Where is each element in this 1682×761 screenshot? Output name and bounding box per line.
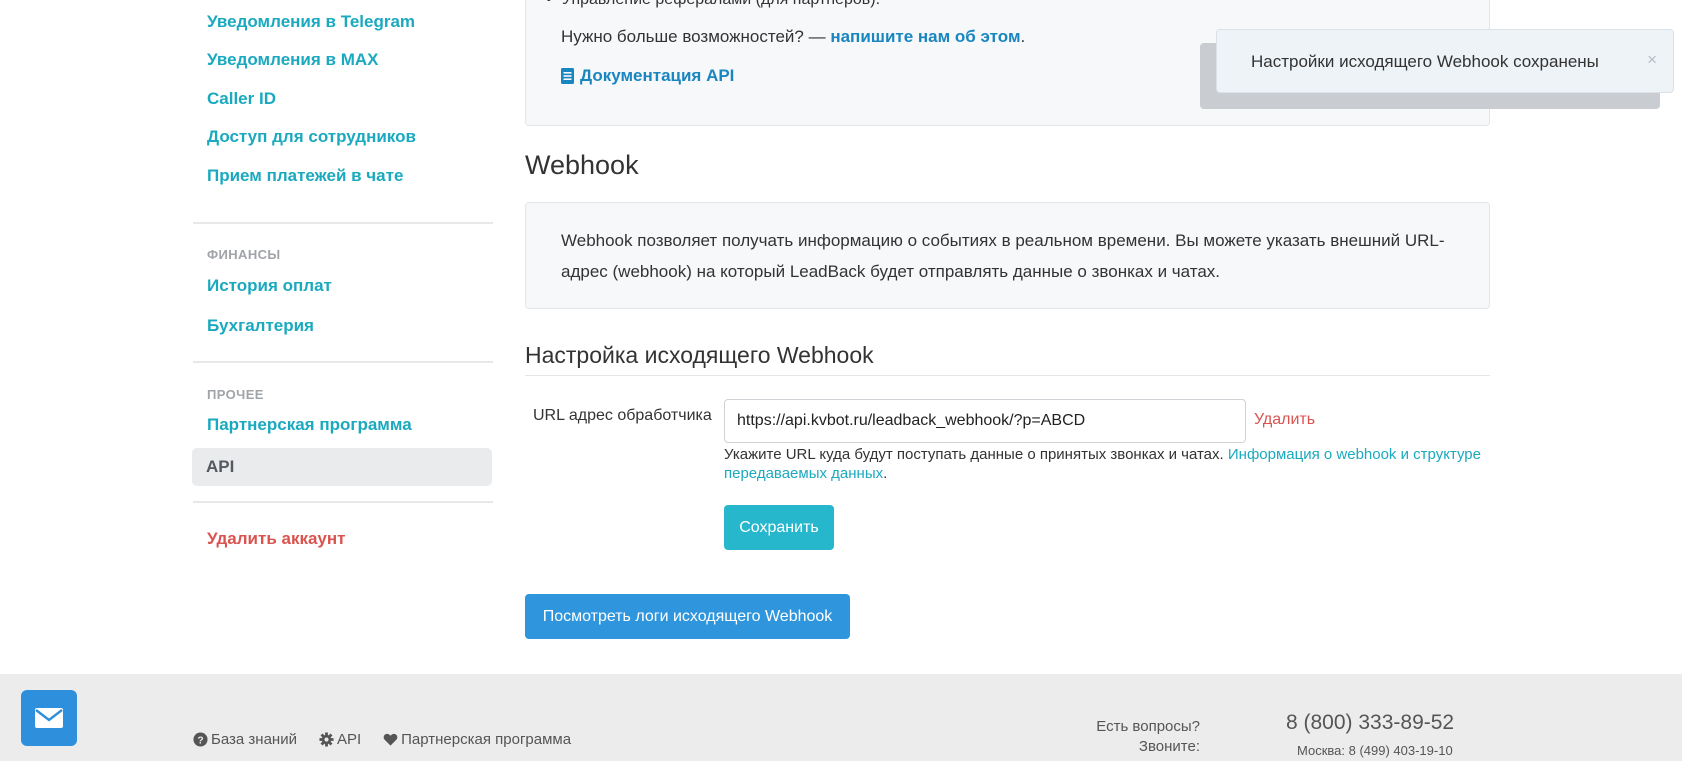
save-button[interactable]: Сохранить — [724, 505, 834, 550]
sidebar-divider — [193, 222, 493, 224]
mail-icon — [35, 708, 63, 728]
footer-link-partner-program[interactable]: Партнерская программа — [383, 731, 571, 748]
sidebar-item-max-notifications[interactable]: Уведомления в MAX — [207, 50, 378, 70]
section-divider — [525, 375, 1490, 376]
sidebar-item-chat-payments[interactable]: Прием платежей в чате — [207, 166, 403, 186]
sidebar-section-other: ПРОЧЕЕ — [207, 387, 264, 402]
delete-url-link[interactable]: Удалить — [1254, 411, 1315, 429]
close-icon[interactable]: × — [1647, 50, 1657, 70]
sidebar-item-caller-id[interactable]: Caller ID — [207, 89, 276, 109]
webhook-url-input[interactable] — [724, 399, 1246, 443]
url-help-text: Укажите URL куда будут поступать данные … — [724, 446, 1481, 482]
url-field-label: URL адрес обработчика — [533, 407, 712, 424]
svg-text:?: ? — [197, 735, 203, 746]
footer-question-text: Есть вопросы? — [1096, 718, 1200, 735]
sidebar-item-telegram-notifications[interactable]: Уведомления в Telegram — [207, 12, 415, 32]
document-icon — [561, 68, 574, 84]
outgoing-webhook-heading: Настройка исходящего Webhook — [525, 342, 874, 368]
api-docs-label: Документация API — [580, 66, 735, 85]
sidebar-item-delete-account[interactable]: Удалить аккаунт — [207, 529, 345, 549]
api-docs-link[interactable]: Документация API — [561, 66, 734, 86]
sidebar-item-partner-program[interactable]: Партнерская программа — [207, 415, 412, 435]
feature-bullet: Управление рефералами (для партнеров). — [546, 0, 880, 9]
sidebar-item-accounting[interactable]: Бухгалтерия — [207, 316, 314, 336]
footer: ? База знаний API Партнерская программа … — [0, 674, 1682, 761]
sidebar-item-api-label: API — [206, 457, 235, 476]
footer-link-knowledge-base[interactable]: ? База знаний — [193, 731, 297, 748]
toast-message: Настройки исходящего Webhook сохранены — [1251, 52, 1599, 71]
sidebar-divider — [193, 361, 493, 363]
sidebar-divider — [193, 501, 493, 503]
question-circle-icon: ? — [193, 732, 208, 747]
sidebar-item-employee-access[interactable]: Доступ для сотрудников — [207, 127, 416, 147]
heart-icon — [383, 733, 398, 746]
webhook-heading: Webhook — [525, 150, 639, 180]
webhook-info-panel: Webhook позволяет получать информацию о … — [525, 202, 1490, 309]
footer-links: ? База знаний API Партнерская программа — [193, 731, 571, 748]
contact-us-link[interactable]: напишите нам об этом — [830, 27, 1020, 46]
webhook-description: Webhook позволяет получать информацию о … — [561, 231, 1445, 281]
more-features-text: Нужно больше возможностей? — напишите на… — [561, 27, 1026, 46]
footer-phone-moscow[interactable]: Москва: 8 (499) 403-19-10 — [1297, 743, 1453, 758]
footer-call-text: Звоните: — [1138, 738, 1200, 755]
success-toast: Настройки исходящего Webhook сохранены × — [1216, 29, 1674, 93]
sidebar-section-finance: ФИНАНСЫ — [207, 247, 281, 262]
sidebar-item-payment-history[interactable]: История оплат — [207, 276, 332, 296]
contact-mail-button[interactable] — [21, 690, 77, 746]
footer-link-api[interactable]: API — [319, 731, 361, 748]
footer-phone-main[interactable]: 8 (800) 333-89-52 — [1286, 711, 1454, 735]
gear-icon — [319, 732, 334, 747]
view-webhook-logs-button[interactable]: Посмотреть логи исходящего Webhook — [525, 594, 850, 639]
sidebar-item-api[interactable]: API — [192, 448, 492, 486]
